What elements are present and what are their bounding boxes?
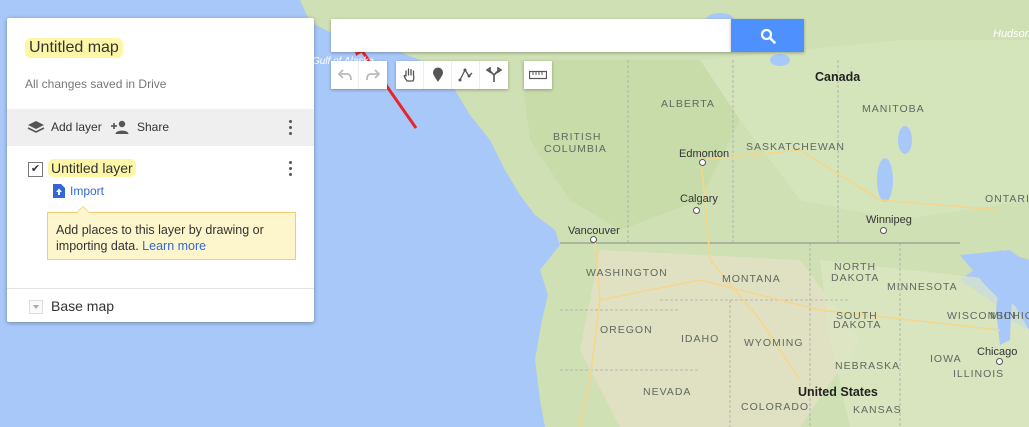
add-person-icon [111, 120, 129, 134]
draw-line-icon [458, 68, 472, 82]
map-side-panel: Untitled map All changes saved in Drive … [7, 18, 314, 322]
map-region-label: OREGON [600, 324, 653, 336]
map-country-label: Canada [815, 70, 861, 84]
add-layer-label: Add layer [51, 120, 102, 134]
map-region-label: DAKOTA [831, 272, 880, 284]
redo-icon [366, 69, 380, 81]
marker-icon [432, 67, 443, 82]
map-region-label: COLORADO [741, 401, 810, 413]
share-button[interactable]: Share [111, 119, 169, 135]
add-layer-button[interactable]: Add layer [27, 119, 102, 135]
map-title[interactable]: Untitled map [25, 38, 123, 58]
draw-line-button[interactable] [452, 61, 480, 89]
map-city-label: Winnipeg [866, 214, 912, 226]
map-region-label: BRITISH [553, 131, 602, 143]
map-region-label: COLUMBIA [544, 143, 607, 155]
hand-icon [403, 68, 414, 82]
layers-icon [27, 121, 45, 133]
search-button[interactable] [731, 19, 804, 52]
panel-toolbar: Add layer Share [7, 109, 314, 146]
map-region-label: MONTANA [722, 273, 781, 285]
map-city-marker [880, 227, 887, 234]
drawing-tools-group [396, 61, 508, 89]
select-items-button[interactable] [396, 61, 424, 89]
redo-button[interactable] [359, 61, 387, 89]
base-map-label[interactable]: Base map [51, 298, 114, 314]
map-city-marker [996, 358, 1003, 365]
measure-distance-button[interactable] [524, 61, 552, 89]
undo-redo-group [331, 61, 387, 89]
layer-name[interactable]: Untitled layer [48, 159, 136, 177]
panel-divider [7, 288, 314, 289]
layer-visibility-checkbox[interactable]: ✔ [28, 162, 43, 177]
map-region-label: NEVADA [643, 386, 692, 398]
map-city-label: Chicago [977, 346, 1018, 358]
map-city-label: Calgary [680, 193, 718, 205]
import-file-icon [53, 184, 65, 198]
map-region-label: DAKOTA [833, 319, 882, 331]
undo-icon [337, 69, 352, 81]
map-region-label: WYOMING [744, 337, 804, 349]
layer-tip-box: Add places to this layer by drawing or i… [47, 206, 296, 260]
map-options-menu-icon[interactable] [288, 120, 292, 136]
ruler-icon [529, 70, 547, 80]
add-directions-button[interactable] [480, 61, 508, 89]
layer-options-menu-icon[interactable] [288, 161, 292, 177]
save-status: All changes saved in Drive [25, 77, 167, 91]
map-region-label: SASKATCHEWAN [746, 141, 845, 153]
map-region-label: WASHINGTON [586, 267, 668, 279]
search-input[interactable] [331, 19, 731, 52]
map-region-label: NEBRASKA [835, 360, 901, 372]
add-marker-button[interactable] [424, 61, 452, 89]
map-region-label: ALBERTA [661, 98, 715, 110]
map-region-label: ILLINOIS [953, 368, 1005, 380]
directions-icon [486, 67, 502, 82]
map-city-marker [699, 159, 706, 166]
map-city-marker [693, 207, 700, 214]
share-label: Share [137, 120, 170, 134]
map-water-label: Hudson [993, 28, 1029, 40]
undo-button[interactable] [331, 61, 359, 89]
map-region-label: IOWA [930, 353, 962, 365]
map-city-marker [590, 236, 597, 243]
map-region-label: IDAHO [681, 333, 720, 345]
base-map-expand-icon[interactable] [29, 300, 43, 314]
map-city-label: Edmonton [679, 148, 730, 160]
learn-more-link[interactable]: Learn more [142, 239, 206, 253]
map-region-label: MINNESOTA [887, 281, 958, 293]
measure-group [524, 61, 552, 89]
import-label: Import [70, 184, 105, 198]
map-country-label: United States [798, 385, 878, 399]
map-region-label: MANITOBA [862, 103, 925, 115]
map-region-label: MICHIGAN [990, 310, 1029, 322]
import-link[interactable]: Import [53, 184, 104, 198]
search-icon [760, 28, 776, 44]
map-region-label: ONTARIO [985, 193, 1029, 205]
map-region-label: KANSAS [853, 404, 902, 416]
